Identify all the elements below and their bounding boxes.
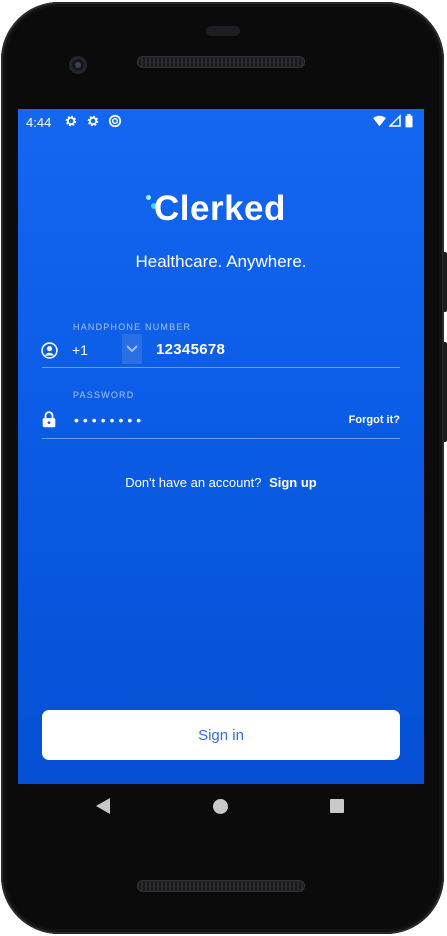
status-time: 4:44 <box>26 115 52 130</box>
top-speaker <box>137 56 305 68</box>
navigation-bar <box>18 784 424 829</box>
logo-dot <box>146 195 151 200</box>
back-icon[interactable] <box>96 798 110 814</box>
wifi-icon <box>373 115 386 127</box>
signup-row: Don't have an account? Sign up <box>18 475 424 490</box>
signup-link[interactable]: Sign up <box>269 475 317 490</box>
user-circle-icon <box>41 342 58 359</box>
password-input[interactable]: •••••••• <box>74 412 145 428</box>
phone-field-underline <box>42 367 400 368</box>
settings-icon <box>87 115 99 127</box>
status-bar: 4:44 <box>18 109 424 135</box>
lock-icon <box>42 411 56 428</box>
settings-icon <box>65 115 77 127</box>
signup-prompt: Don't have an account? <box>125 475 262 490</box>
chevron-down-icon <box>126 345 138 353</box>
password-field-underline <box>42 438 400 439</box>
sync-icon <box>108 114 122 128</box>
sign-in-button-label: Sign in <box>198 726 244 744</box>
home-icon[interactable] <box>213 799 228 814</box>
bottom-speaker <box>137 880 305 892</box>
front-camera <box>69 56 87 74</box>
earpiece <box>206 26 240 36</box>
logo-wordmark: Clerked <box>154 189 286 228</box>
app-logo: Clerked <box>146 187 306 237</box>
app-screen: 4:44 Clerked Healthcare. Anywhere. HANDP… <box>18 109 424 784</box>
country-code-dropdown[interactable] <box>122 334 142 364</box>
phone-field-label: HANDPHONE NUMBER <box>73 322 192 332</box>
volume-button <box>443 252 447 312</box>
forgot-password-link[interactable]: Forgot it? <box>349 414 400 426</box>
phone-number-input[interactable]: 12345678 <box>156 341 225 358</box>
password-field-label: PASSWORD <box>73 390 135 400</box>
battery-icon <box>405 114 413 128</box>
sign-in-button[interactable]: Sign in <box>42 710 400 760</box>
recents-icon[interactable] <box>330 799 344 813</box>
cellular-icon <box>389 114 401 127</box>
tagline: Healthcare. Anywhere. <box>135 252 307 271</box>
power-button <box>443 342 447 442</box>
country-code[interactable]: +1 <box>72 342 88 358</box>
